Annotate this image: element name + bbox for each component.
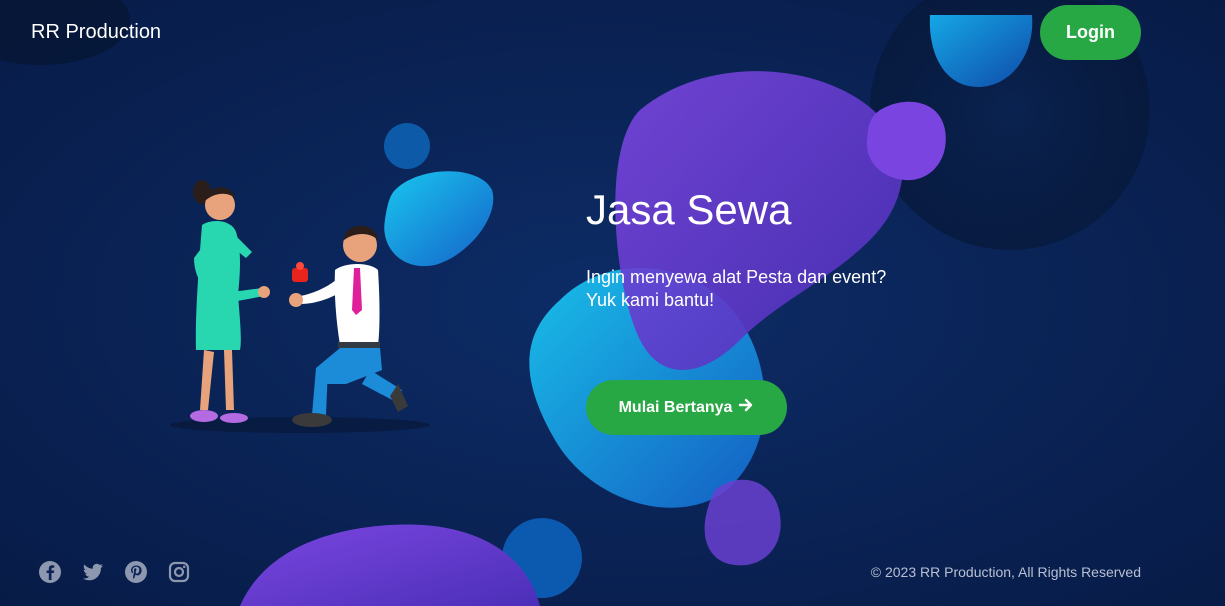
social-links bbox=[38, 560, 191, 584]
instagram-icon[interactable] bbox=[167, 560, 191, 584]
hero-subtitle: Ingin menyewa alat Pesta dan event? Yuk … bbox=[586, 266, 886, 312]
mulai-bertanya-button[interactable]: Mulai Bertanya bbox=[586, 380, 787, 435]
arrow-right-icon bbox=[738, 397, 754, 418]
hero-subtitle-line2: Yuk kami bantu! bbox=[586, 290, 715, 310]
man-figure bbox=[289, 225, 408, 427]
hero-title: Jasa Sewa bbox=[586, 186, 792, 233]
hero-subtitle-line1: Ingin menyewa alat Pesta dan event? bbox=[586, 267, 887, 287]
cta-label: Mulai Bertanya bbox=[618, 398, 733, 416]
brand-name[interactable]: RR Production bbox=[31, 21, 161, 44]
pinterest-icon[interactable] bbox=[124, 560, 148, 584]
proposal-illustration bbox=[170, 180, 430, 433]
login-button[interactable]: Login bbox=[1040, 5, 1141, 60]
twitter-icon[interactable] bbox=[81, 560, 105, 584]
facebook-icon[interactable] bbox=[38, 560, 62, 584]
copyright-text: © 2023 RR Production, All Rights Reserve… bbox=[870, 564, 1141, 580]
woman-figure bbox=[190, 180, 270, 423]
